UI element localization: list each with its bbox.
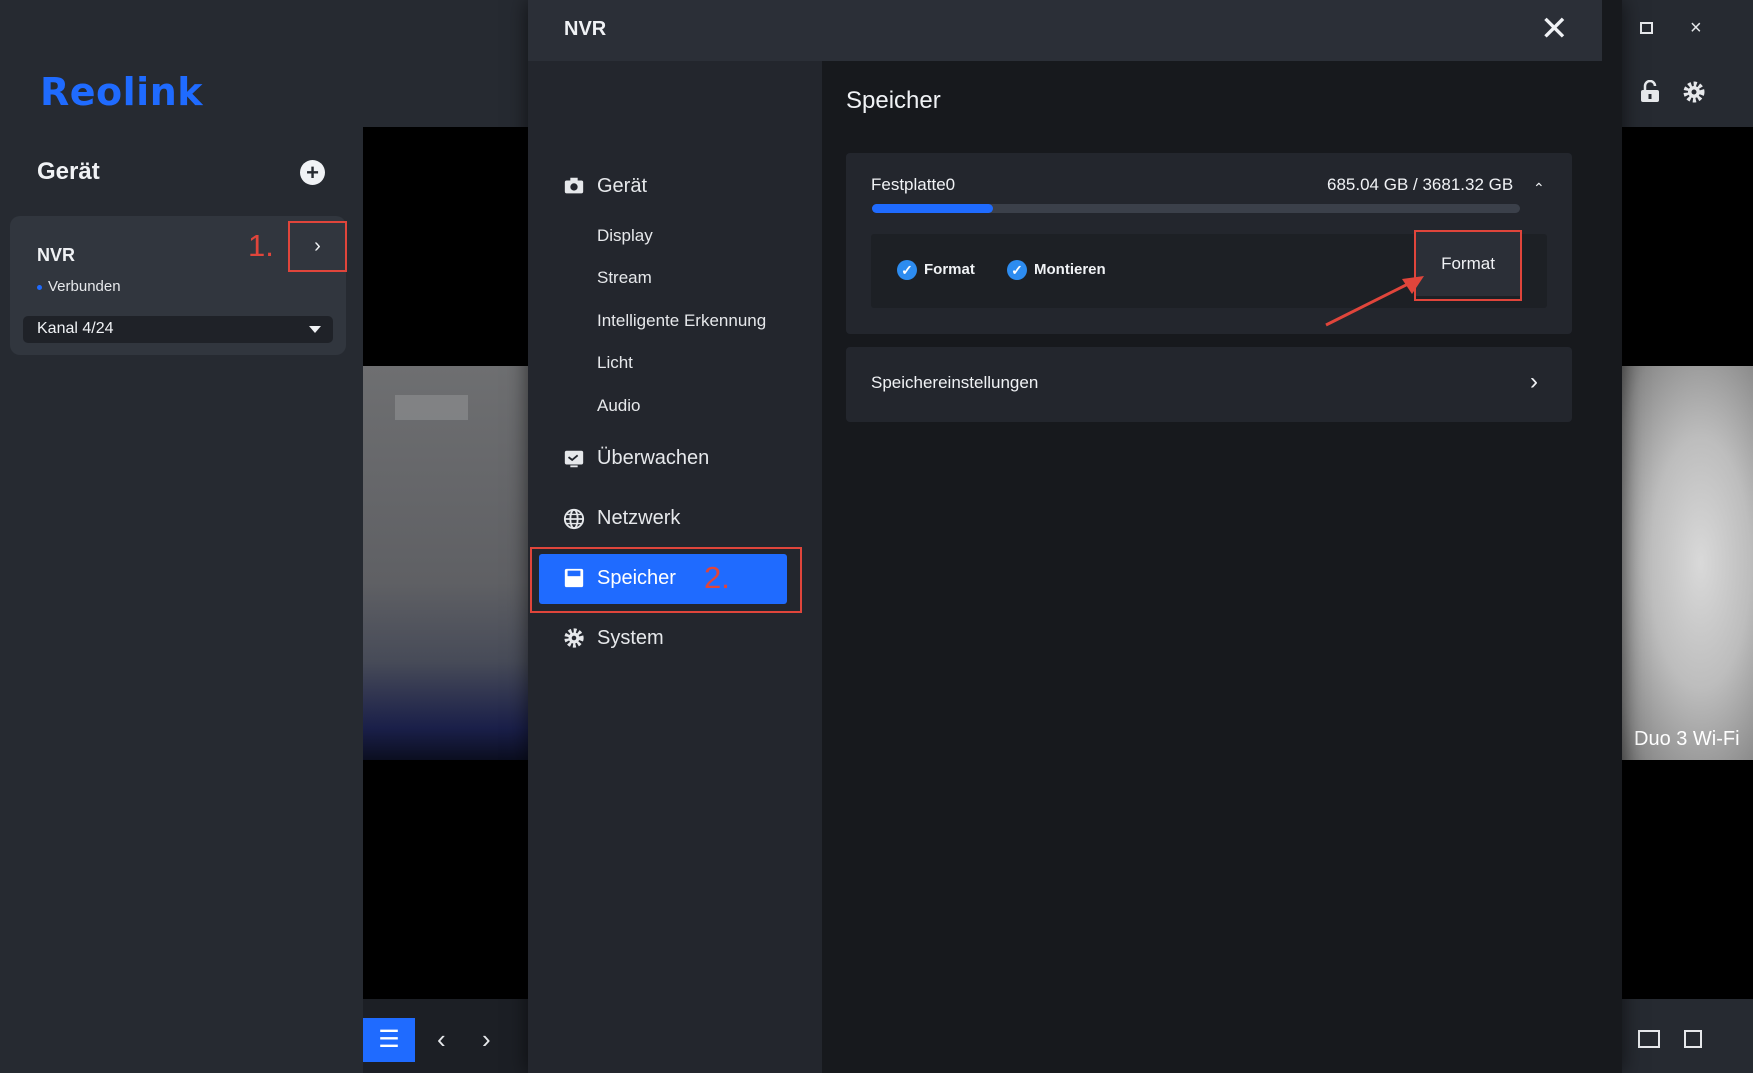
chevron-right-icon: › — [1530, 368, 1538, 395]
nvr-settings-chevron-right-icon[interactable]: › — [288, 221, 347, 272]
unlock-icon[interactable] — [1638, 80, 1662, 104]
close-icon[interactable]: ✕ — [1540, 12, 1569, 46]
nav-item-netzwerk[interactable]: Netzwerk — [597, 507, 680, 530]
reolink-logo: Reolink — [40, 70, 204, 114]
device-panel-title: Gerät — [37, 158, 100, 185]
maximize-icon[interactable] — [1640, 22, 1653, 34]
gear-icon[interactable] — [1682, 80, 1706, 104]
globe-icon — [563, 508, 585, 530]
nav-sub-audio[interactable]: Audio — [597, 396, 640, 416]
nav-sub-licht[interactable]: Licht — [597, 353, 633, 373]
nav-sub-display[interactable]: Display — [597, 226, 653, 246]
nav-item-geraet[interactable]: Gerät — [597, 175, 647, 198]
layout-list-icon[interactable]: ☰ — [363, 1018, 415, 1062]
storage-settings-label: Speichereinstellungen — [871, 373, 1039, 392]
annotation-highlight-box — [530, 547, 802, 613]
camera-video-tile[interactable] — [363, 366, 528, 760]
caret-down-icon — [309, 326, 321, 333]
disk-usage-fill — [872, 204, 993, 213]
check-format-icon[interactable]: ✓ — [897, 260, 917, 280]
nav-item-system[interactable]: System — [597, 627, 664, 650]
modal-title: NVR — [564, 18, 607, 40]
modal-header — [528, 0, 1602, 61]
page-title: Speicher — [846, 87, 941, 114]
check-format-label: Format — [924, 261, 975, 278]
gear-icon — [564, 628, 584, 648]
disk-name: Festplatte0 — [871, 175, 956, 194]
chevron-left-icon[interactable]: ‹ — [437, 1024, 446, 1055]
check-montieren-icon[interactable]: ✓ — [1007, 260, 1027, 280]
camera-icon — [564, 177, 584, 194]
annotation-highlight-box — [1414, 230, 1522, 301]
status-dot-icon — [37, 284, 42, 290]
chevron-right-icon[interactable]: › — [482, 1024, 491, 1055]
chevron-up-icon[interactable]: ⌃ — [1533, 180, 1545, 197]
blurred-overlay — [395, 395, 468, 420]
camera-video-tile-right[interactable] — [1622, 366, 1753, 760]
check-montieren-label: Montieren — [1034, 261, 1106, 278]
channel-select-value: Kanal 4/24 — [37, 320, 114, 337]
nvr-device-name: NVR — [37, 245, 76, 265]
single-view-icon[interactable] — [1638, 1030, 1660, 1048]
annotation-arrow-icon — [1325, 276, 1424, 327]
add-device-plus-icon[interactable]: + — [300, 160, 325, 185]
window-close-icon[interactable]: × — [1690, 17, 1702, 40]
status-text: Verbunden — [48, 278, 121, 295]
disk-usage-text: 685.04 GB / 3681.32 GB — [1327, 175, 1514, 194]
nvr-connection-status: Verbunden — [37, 278, 121, 295]
fullscreen-icon[interactable] — [1684, 1030, 1702, 1048]
monitor-icon — [564, 450, 584, 468]
nav-sub-stream[interactable]: Stream — [597, 268, 652, 288]
annotation-step-1: 1. — [248, 228, 274, 263]
channel-select[interactable]: Kanal 4/24 — [23, 316, 333, 343]
nav-item-ueberwachen[interactable]: Überwachen — [597, 447, 709, 470]
nav-sub-intelligente-erkennung[interactable]: Intelligente Erkennung — [597, 311, 766, 331]
camera-name-label: Duo 3 Wi-Fi — [1634, 728, 1740, 750]
